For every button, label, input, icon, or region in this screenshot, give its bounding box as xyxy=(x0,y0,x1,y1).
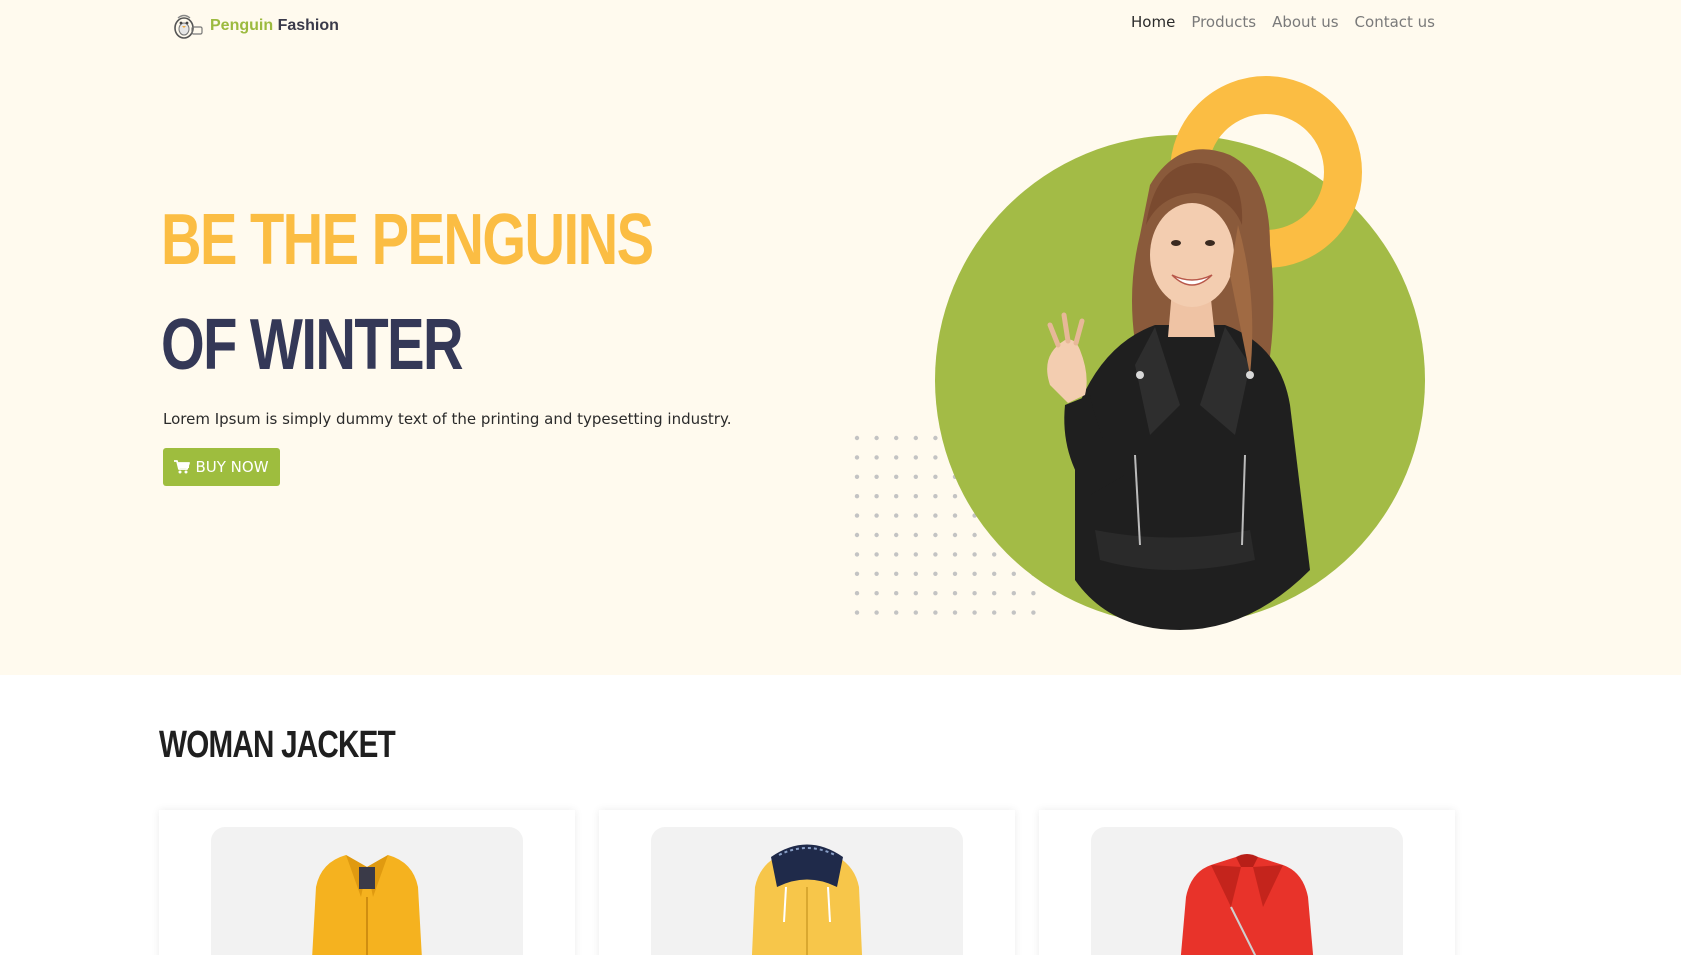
pattern-dot xyxy=(992,591,997,596)
nav-link-products[interactable]: Products xyxy=(1191,13,1256,31)
pattern-dot xyxy=(874,610,879,615)
brand-name-primary: Penguin xyxy=(210,17,274,34)
pattern-dot xyxy=(913,591,918,596)
pattern-dot xyxy=(874,571,879,576)
product-image xyxy=(1091,827,1403,955)
brand-name-secondary: Fashion xyxy=(277,17,339,34)
pattern-dot xyxy=(992,552,997,557)
buy-now-label: BUY NOW xyxy=(195,458,269,476)
section-title-woman-jacket: WOMAN JACKET xyxy=(159,724,396,766)
hero-description: Lorem Ipsum is simply dummy text of the … xyxy=(163,410,732,428)
pattern-dot xyxy=(874,474,879,479)
pattern-dot xyxy=(854,513,860,518)
pattern-dot xyxy=(933,532,938,538)
pattern-dot xyxy=(894,552,899,557)
pattern-dot xyxy=(972,591,977,596)
pattern-dot xyxy=(972,532,977,538)
product-card[interactable] xyxy=(1039,810,1455,955)
pattern-dot xyxy=(972,571,977,576)
pattern-dot xyxy=(874,455,879,460)
pattern-dot xyxy=(894,435,899,441)
pattern-dot xyxy=(894,610,899,615)
pattern-dot xyxy=(972,552,977,557)
pattern-dot xyxy=(854,494,860,499)
pattern-dot xyxy=(933,455,938,460)
pattern-dot xyxy=(894,474,899,479)
pattern-dot xyxy=(854,552,860,557)
pattern-dot xyxy=(854,571,860,576)
pattern-dot xyxy=(874,513,879,518)
pattern-dot xyxy=(952,552,958,557)
pattern-dot xyxy=(874,494,879,499)
pattern-dot xyxy=(1011,571,1016,576)
pattern-dot xyxy=(952,532,958,538)
pattern-dot xyxy=(1031,591,1036,596)
product-card[interactable] xyxy=(159,810,575,955)
pattern-dot xyxy=(952,513,958,518)
hero-title-line1: BE THE PENGUINS xyxy=(161,200,654,280)
hero-title-line2: OF WINTER xyxy=(161,305,464,385)
pattern-dot xyxy=(933,494,938,499)
pattern-dot xyxy=(933,591,938,596)
pattern-dot xyxy=(894,455,899,460)
pattern-dot xyxy=(952,591,958,596)
pattern-dot xyxy=(894,494,899,499)
pattern-dot xyxy=(894,571,899,576)
pattern-dot xyxy=(913,435,918,441)
pattern-dot xyxy=(913,552,918,557)
pattern-dot xyxy=(854,610,860,615)
pattern-dot xyxy=(933,610,938,615)
pattern-dot xyxy=(1011,610,1016,615)
shopping-cart-icon xyxy=(174,460,191,474)
nav-link-home[interactable]: Home xyxy=(1131,13,1175,31)
pattern-dot xyxy=(894,591,899,596)
brand-logo-link[interactable]: Penguin Fashion xyxy=(170,12,339,40)
pattern-dot xyxy=(854,455,860,460)
pattern-dot xyxy=(972,610,977,615)
pattern-dot xyxy=(854,532,860,538)
pattern-dot xyxy=(913,494,918,499)
jacket-image-icon xyxy=(1180,854,1314,955)
pattern-dot xyxy=(913,610,918,615)
pattern-dot xyxy=(913,571,918,576)
buy-now-button[interactable]: BUY NOW xyxy=(163,448,280,486)
pattern-dot xyxy=(874,435,879,441)
product-card[interactable] xyxy=(599,810,1015,955)
pattern-dot xyxy=(1031,610,1036,615)
pattern-dot xyxy=(913,455,918,460)
pattern-dot xyxy=(854,474,860,479)
pattern-dot xyxy=(992,571,997,576)
pattern-dot xyxy=(913,532,918,538)
pattern-dot xyxy=(894,513,899,518)
pattern-dot xyxy=(952,610,958,615)
penguin-logo-icon xyxy=(174,14,203,39)
pattern-dot xyxy=(952,494,958,499)
nav-link-about[interactable]: About us xyxy=(1272,13,1338,31)
hero-section: Penguin Fashion Home Products About us C… xyxy=(0,0,1681,675)
hero-model-illustration xyxy=(854,76,1425,630)
pattern-dot xyxy=(952,571,958,576)
product-image xyxy=(211,827,523,955)
pattern-dot xyxy=(854,435,860,441)
pattern-dot xyxy=(933,474,938,479)
navbar: Penguin Fashion Home Products About us C… xyxy=(0,0,1681,50)
pattern-dot xyxy=(992,610,997,615)
jacket-image-icon xyxy=(312,855,422,955)
pattern-dot xyxy=(913,474,918,479)
pattern-dot xyxy=(933,571,938,576)
pattern-dot xyxy=(854,591,860,596)
product-image xyxy=(651,827,963,955)
pattern-dot xyxy=(933,435,938,441)
pattern-dot xyxy=(913,513,918,518)
nav-menu: Home Products About us Contact us xyxy=(1131,13,1435,31)
pattern-dot xyxy=(933,552,938,557)
pattern-dot xyxy=(933,513,938,518)
pattern-dot xyxy=(874,591,879,596)
nav-link-contact[interactable]: Contact us xyxy=(1355,13,1435,31)
pattern-dot xyxy=(894,532,899,538)
jacket-image-icon xyxy=(751,844,863,955)
pattern-dot xyxy=(874,532,879,538)
pattern-dot xyxy=(1011,591,1016,596)
pattern-dot xyxy=(874,552,879,557)
